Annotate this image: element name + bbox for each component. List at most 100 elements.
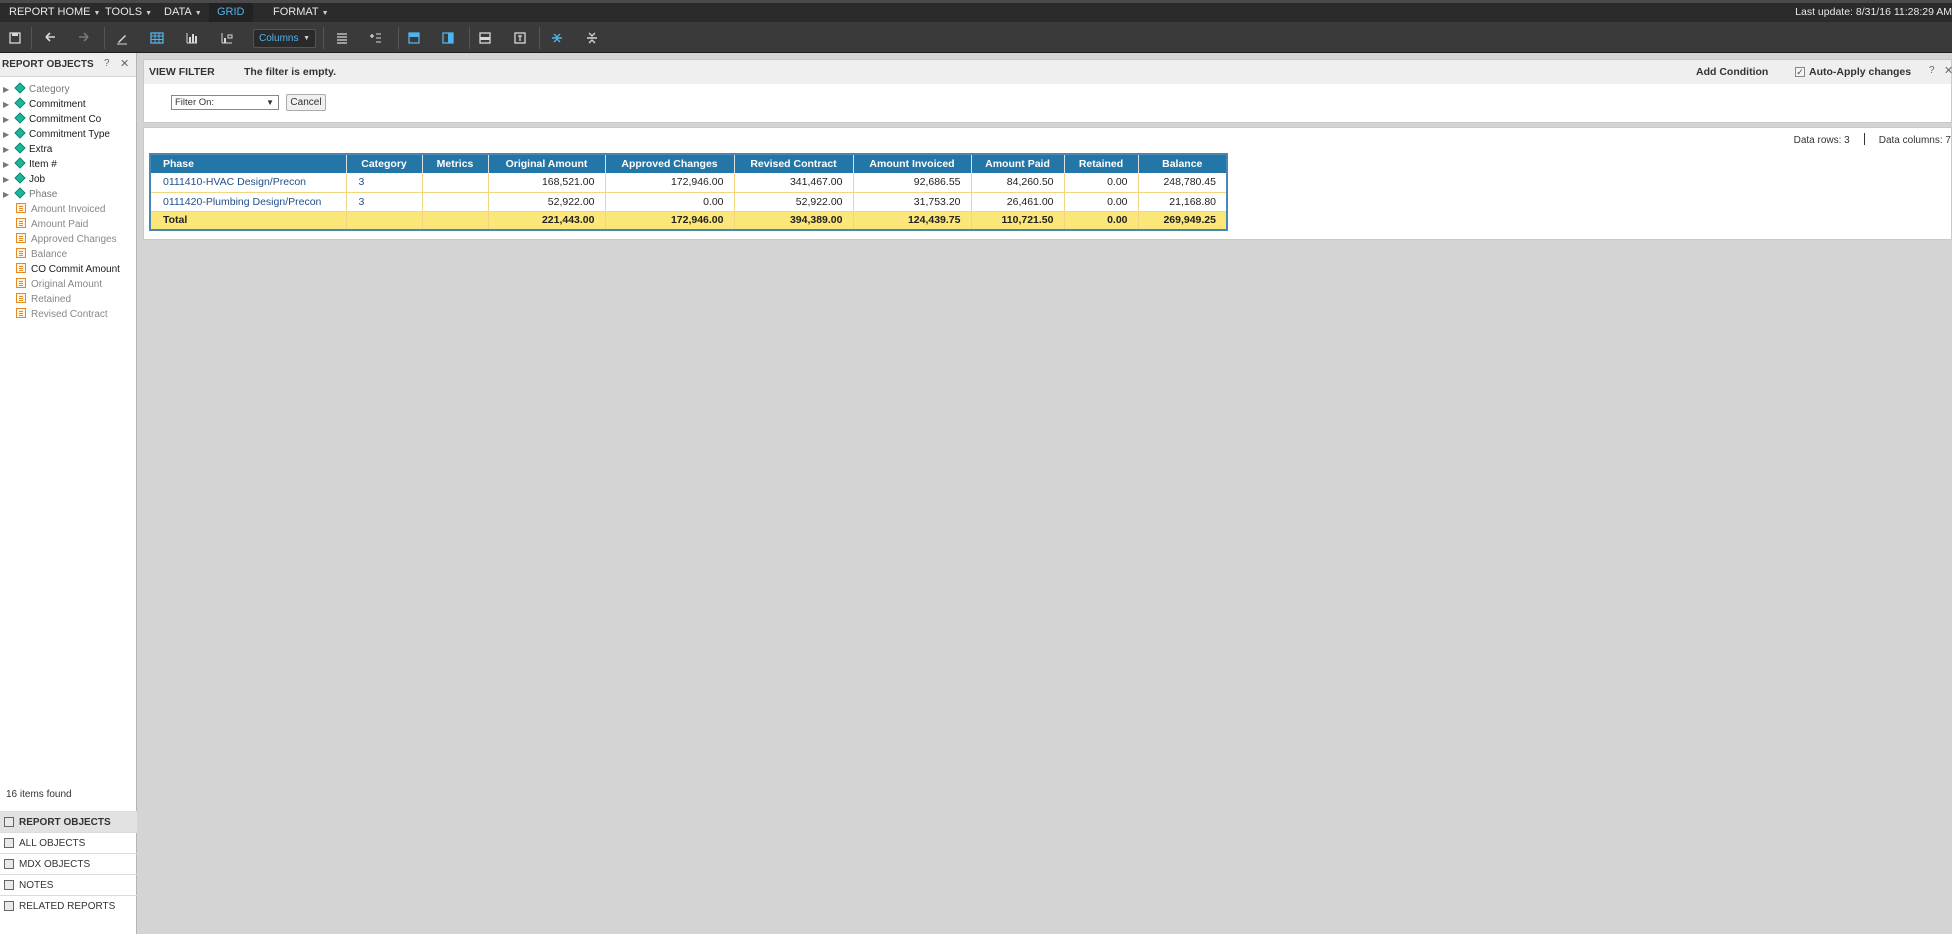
metric-co-commit-amount[interactable]: CO Commit Amount bbox=[16, 263, 120, 277]
help-icon[interactable]: ? bbox=[1929, 65, 1935, 76]
header-category[interactable]: Category bbox=[346, 154, 423, 173]
close-icon[interactable]: ✕ bbox=[120, 57, 129, 70]
metric-original-amount[interactable]: Original Amount bbox=[16, 278, 102, 292]
cancel-button[interactable]: Cancel bbox=[286, 94, 326, 111]
attribute-icon bbox=[14, 187, 26, 199]
attribute-icon bbox=[14, 112, 26, 124]
attribute-commitment-co[interactable]: ▶ Commitment Co bbox=[3, 112, 101, 127]
expand-arrow-icon[interactable]: ▶ bbox=[3, 128, 13, 142]
nav-all-objects[interactable]: ALL OBJECTS bbox=[0, 832, 137, 853]
panel-title: REPORT OBJECTS bbox=[2, 59, 94, 70]
attribute-item-number[interactable]: ▶ Item # bbox=[3, 157, 57, 172]
cell-approved-changes: 172,946.00 bbox=[605, 173, 735, 193]
header-approved-changes[interactable]: Approved Changes bbox=[605, 154, 735, 173]
cell-balance: 21,168.80 bbox=[1138, 192, 1228, 212]
cube-icon bbox=[4, 859, 14, 869]
filter-status: The filter is empty. bbox=[244, 66, 336, 78]
header-amount-paid[interactable]: Amount Paid bbox=[971, 154, 1065, 173]
save-icon[interactable] bbox=[5, 28, 25, 48]
metric-balance[interactable]: Balance bbox=[16, 248, 67, 262]
attribute-job[interactable]: ▶ Job bbox=[3, 172, 45, 187]
header-revised-contract[interactable]: Revised Contract bbox=[734, 154, 854, 173]
cell-retained: 0.00 bbox=[1064, 192, 1139, 212]
menu-format[interactable]: FORMAT ▼ bbox=[273, 3, 329, 22]
nav-notes[interactable]: NOTES bbox=[0, 874, 137, 895]
bar-chart-icon[interactable] bbox=[182, 28, 202, 48]
expand-arrow-icon[interactable]: ▶ bbox=[3, 83, 13, 97]
attribute-commitment-type[interactable]: ▶ Commitment Type bbox=[3, 127, 110, 142]
cell-total-balance: 269,949.25 bbox=[1138, 211, 1228, 230]
attribute-commitment[interactable]: ▶ Commitment bbox=[3, 97, 86, 112]
expand-arrow-icon[interactable]: ▶ bbox=[3, 143, 13, 157]
menu-bar: REPORT HOME ▼ TOOLS ▼ DATA ▼ GRID FORMAT ▼ L… bbox=[0, 0, 1952, 22]
menu-grid[interactable]: GRID bbox=[209, 3, 253, 22]
attribute-icon bbox=[14, 127, 26, 139]
expand-arrow-icon[interactable]: ▶ bbox=[3, 98, 13, 112]
menu-report-home[interactable]: REPORT HOME ▼ bbox=[9, 3, 100, 22]
redo-icon[interactable] bbox=[74, 28, 94, 48]
add-condition-button[interactable]: Add Condition bbox=[1696, 66, 1768, 78]
metric-revised-contract[interactable]: Revised Contract bbox=[16, 308, 108, 322]
header-amount-invoiced[interactable]: Amount Invoiced bbox=[853, 154, 972, 173]
grid-view-icon[interactable] bbox=[147, 28, 167, 48]
cell-phase[interactable]: 0111420-Plumbing Design/Precon bbox=[150, 192, 347, 212]
nav-report-objects[interactable]: REPORT OBJECTS bbox=[0, 811, 137, 832]
caret-down-icon: ▼ bbox=[303, 35, 310, 42]
related-reports-icon bbox=[4, 901, 14, 911]
expand-arrow-icon[interactable]: ▶ bbox=[3, 188, 13, 202]
attribute-phase[interactable]: ▶ Phase bbox=[3, 187, 57, 202]
expand-arrow-icon[interactable]: ▶ bbox=[3, 158, 13, 172]
column-banding-icon[interactable] bbox=[438, 28, 458, 48]
cell-total-original-amount: 221,443.00 bbox=[488, 211, 606, 230]
filter-on-select[interactable]: Filter On: ▼ bbox=[171, 95, 279, 110]
edit-icon[interactable] bbox=[112, 28, 132, 48]
cell-total-approved-changes: 172,946.00 bbox=[605, 211, 735, 230]
help-icon[interactable]: ? bbox=[104, 58, 110, 69]
header-balance[interactable]: Balance bbox=[1138, 154, 1228, 173]
attribute-extra[interactable]: ▶ Extra bbox=[3, 142, 52, 157]
auto-apply-label[interactable]: Auto-Apply changes bbox=[1809, 66, 1911, 78]
nav-mdx-objects[interactable]: MDX OBJECTS bbox=[0, 853, 137, 874]
banding-icon[interactable] bbox=[404, 28, 424, 48]
menu-data[interactable]: DATA ▼ bbox=[164, 3, 202, 22]
folder-icon bbox=[4, 838, 14, 848]
cell-category[interactable]: 3 bbox=[346, 173, 423, 193]
table-row: 0111410-HVAC Design/Precon 3 168,521.00 … bbox=[150, 173, 1228, 193]
rows-icon[interactable] bbox=[332, 28, 352, 48]
metric-approved-changes[interactable]: Approved Changes bbox=[16, 233, 117, 247]
metric-amount-paid[interactable]: Amount Paid bbox=[16, 218, 88, 232]
totals-icon[interactable] bbox=[510, 28, 530, 48]
report-objects-icon bbox=[4, 817, 14, 827]
columns-dropdown[interactable]: Columns ▼ bbox=[253, 29, 316, 48]
attribute-icon bbox=[14, 172, 26, 184]
expand-arrow-icon[interactable]: ▶ bbox=[3, 113, 13, 127]
toolbar-separator bbox=[323, 27, 324, 49]
metric-retained[interactable]: Retained bbox=[16, 293, 71, 307]
close-icon[interactable]: ✕ bbox=[1944, 64, 1952, 77]
attribute-icon bbox=[14, 97, 26, 109]
header-metrics[interactable]: Metrics bbox=[422, 154, 489, 173]
add-row-icon[interactable] bbox=[366, 28, 386, 48]
subtotals-icon[interactable] bbox=[475, 28, 495, 48]
metric-amount-invoiced[interactable]: Amount Invoiced bbox=[16, 203, 106, 217]
cell-total-category bbox=[346, 211, 423, 230]
cell-metrics bbox=[422, 173, 489, 193]
header-retained[interactable]: Retained bbox=[1064, 154, 1139, 173]
caret-down-icon: ▼ bbox=[266, 98, 274, 107]
data-counts: Data rows: 3 Data columns: 7 bbox=[1794, 133, 1951, 146]
cell-category[interactable]: 3 bbox=[346, 192, 423, 212]
expand-arrow-icon[interactable]: ▶ bbox=[3, 173, 13, 187]
header-phase[interactable]: Phase bbox=[150, 154, 347, 173]
attribute-category[interactable]: ▶ Category bbox=[3, 82, 70, 97]
grid-graph-icon[interactable] bbox=[217, 28, 237, 48]
collapse-icon[interactable] bbox=[582, 28, 602, 48]
menu-tools[interactable]: TOOLS ▼ bbox=[105, 3, 152, 22]
auto-apply-checkbox[interactable]: ✓ bbox=[1795, 67, 1805, 77]
undo-icon[interactable] bbox=[40, 28, 60, 48]
expand-icon[interactable] bbox=[547, 28, 567, 48]
cell-total-amount-paid: 110,721.50 bbox=[971, 211, 1065, 230]
cell-phase[interactable]: 0111410-HVAC Design/Precon bbox=[150, 173, 347, 193]
cell-revised-contract: 341,467.00 bbox=[734, 173, 854, 193]
nav-related-reports[interactable]: RELATED REPORTS bbox=[0, 895, 137, 916]
header-original-amount[interactable]: Original Amount bbox=[488, 154, 606, 173]
